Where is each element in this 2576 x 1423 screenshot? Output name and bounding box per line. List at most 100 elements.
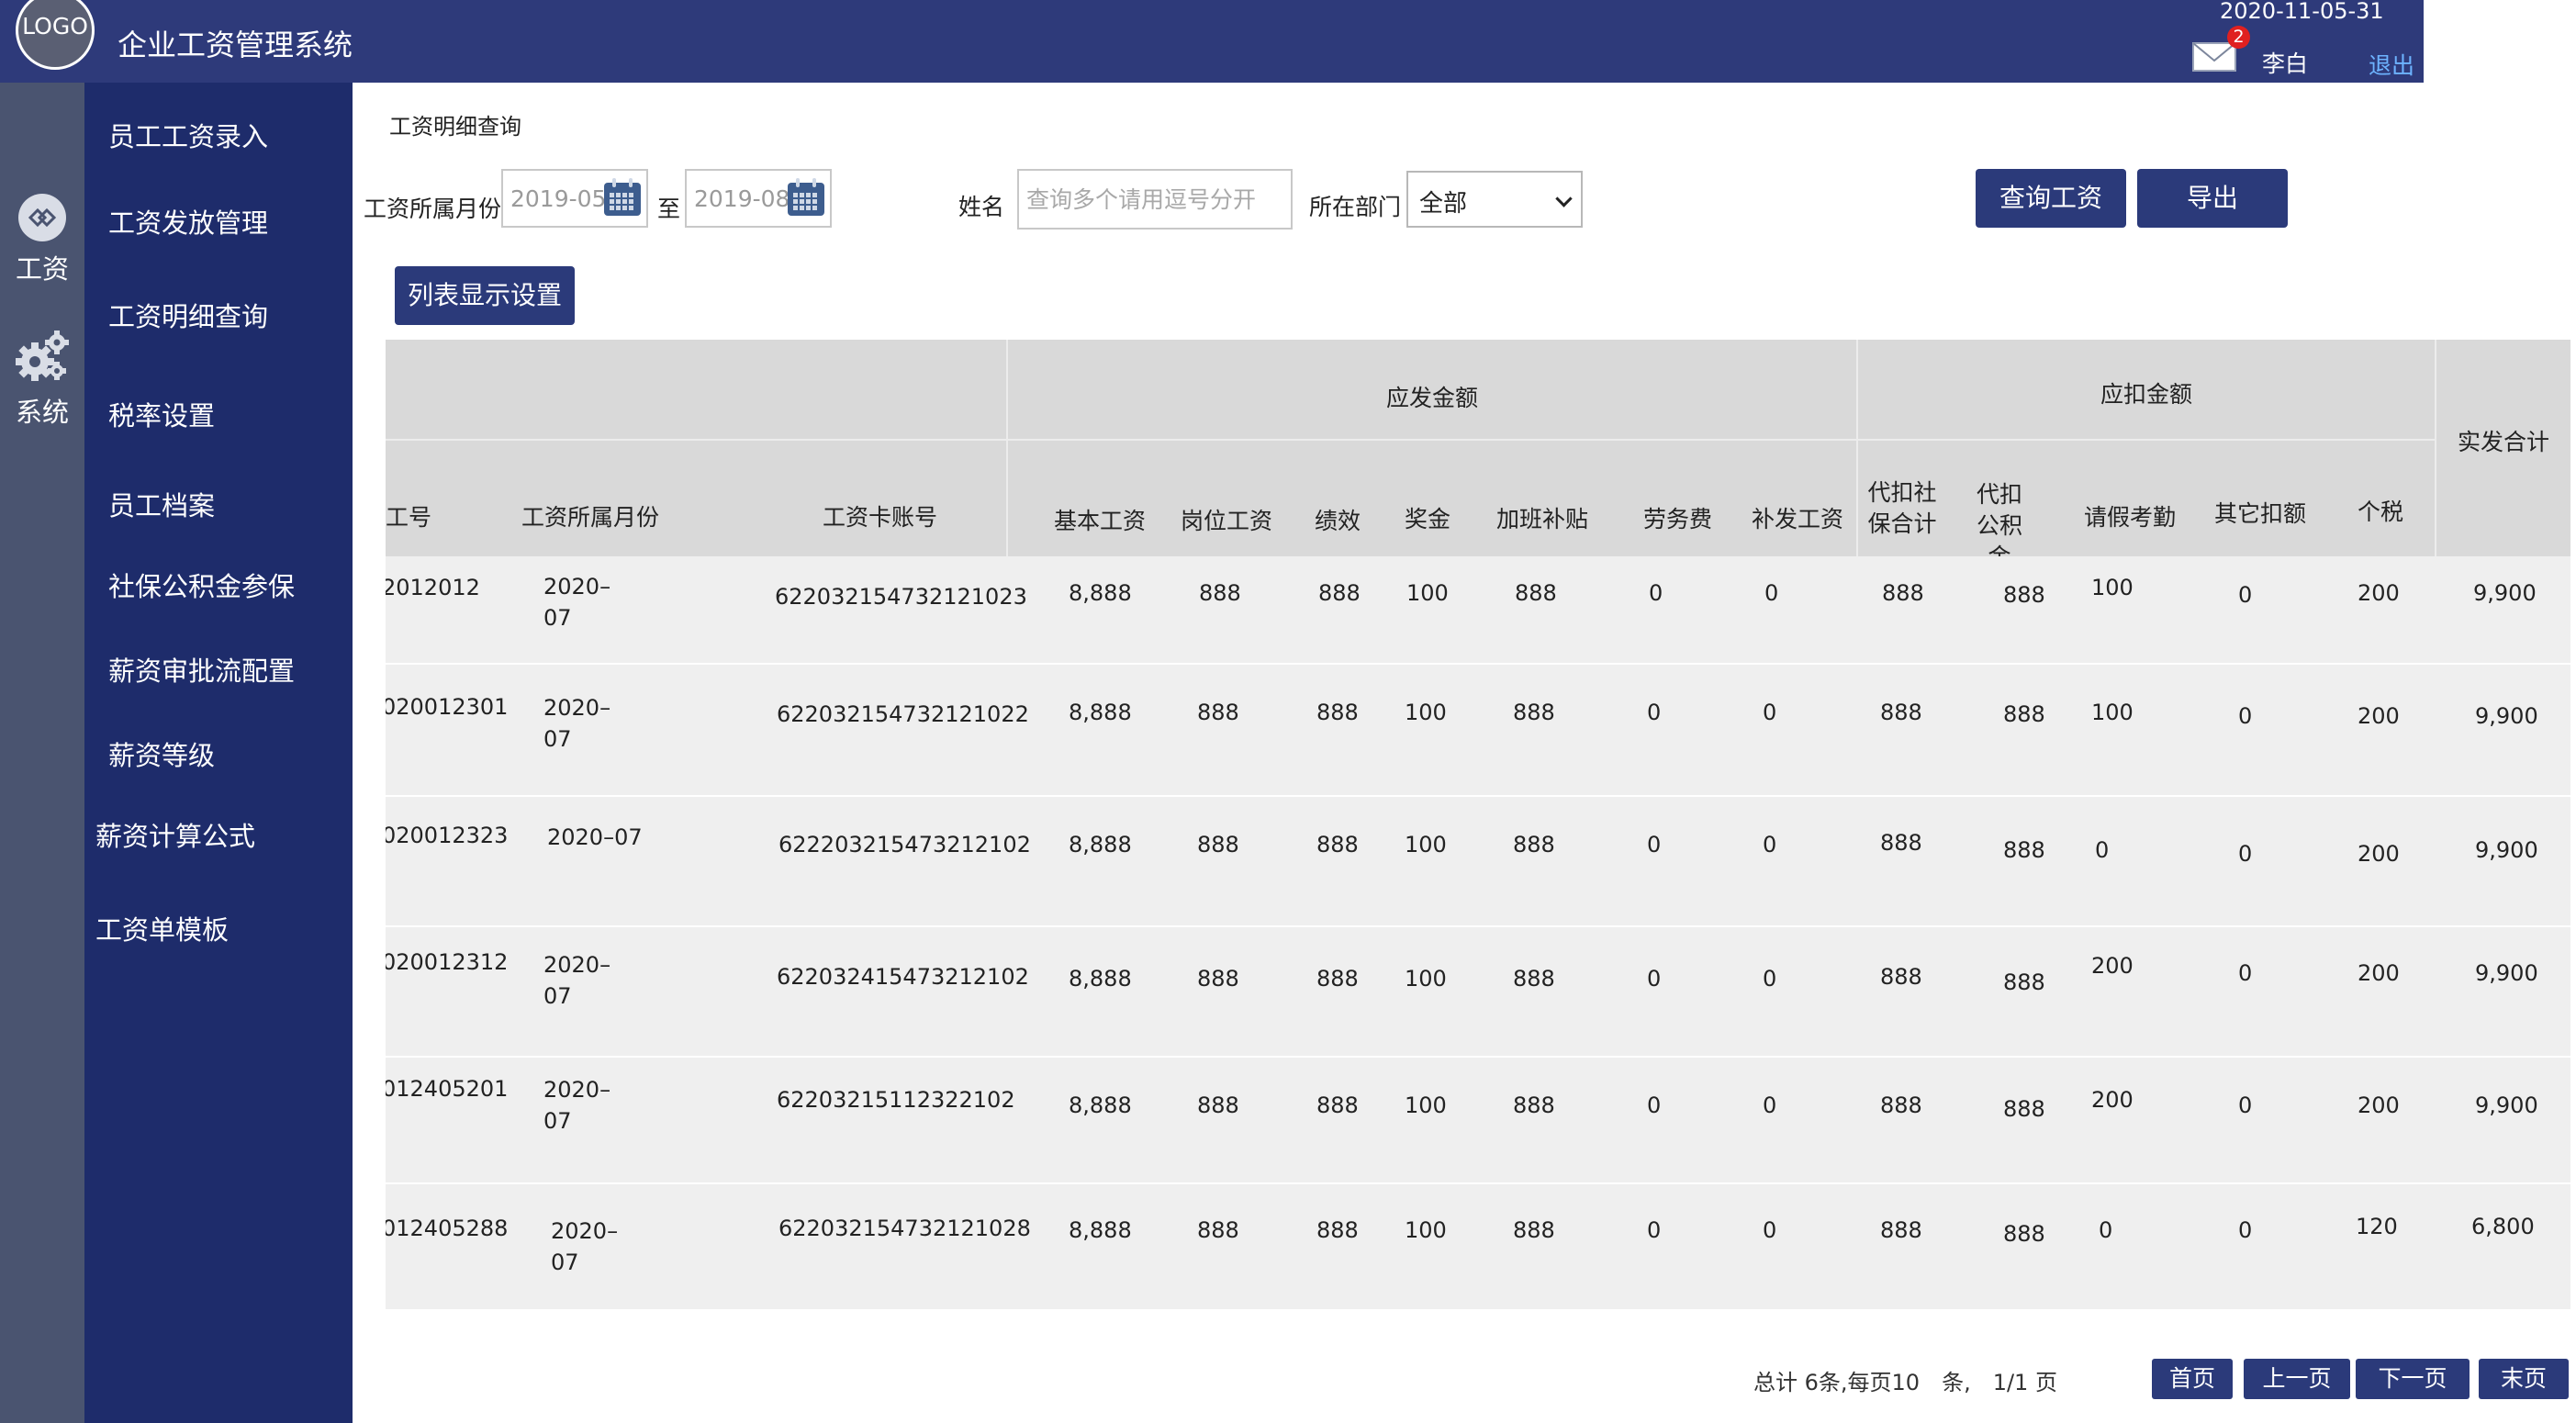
cell-post: 888: [1197, 832, 1239, 857]
cell-fund: 888: [2003, 837, 2045, 863]
cell-base: 8,888: [1069, 966, 1132, 992]
cell-month: 2020–07: [543, 1077, 611, 1134]
cell-net: 9,900: [2475, 837, 2538, 863]
sidebar-item-salary-payment[interactable]: 工资发放管理: [108, 202, 268, 241]
cell-social: 888: [1880, 1092, 1922, 1118]
gear-icon: [16, 331, 69, 381]
salary-icon: [18, 194, 66, 241]
category-system-label: 系统: [15, 397, 69, 428]
sidebar-item-approval-flow[interactable]: 薪资审批流配置: [108, 650, 295, 689]
cell-back-pay: 0: [1764, 580, 1779, 606]
calendar-icon[interactable]: [604, 178, 641, 216]
cell-back-pay: 0: [1763, 1217, 1777, 1243]
list-display-settings-button[interactable]: 列表显示设置: [395, 266, 575, 325]
sidebar-item-salary-formula[interactable]: 薪资计算公式: [95, 815, 255, 854]
cell-social: 888: [1880, 700, 1922, 725]
cell-base: 8,888: [1069, 832, 1132, 857]
column-header-leave: 请假考勤: [2084, 504, 2177, 531]
cell-bonus: 100: [1405, 966, 1447, 992]
start-month-picker[interactable]: 2019-05: [501, 169, 648, 228]
cell-perf: 888: [1316, 832, 1359, 857]
query-salary-button[interactable]: 查询工资: [1976, 169, 2126, 228]
cell-fund: 888: [2003, 582, 2045, 608]
cell-other: 0: [2238, 703, 2253, 729]
end-month-picker[interactable]: 2019-08: [685, 169, 832, 228]
pagination-info: 总计 6条,每页10 条, 1/1 页: [1753, 1370, 2057, 1395]
cell-overtime: 888: [1513, 1217, 1555, 1243]
message-count-badge: 2: [2227, 26, 2250, 49]
cell-card: 622032415473212102: [777, 964, 1029, 990]
department-select[interactable]: 全部: [1406, 171, 1583, 228]
sidebar-item-tax-rate[interactable]: 税率设置: [108, 395, 215, 433]
next-page-button[interactable]: 下一页: [2356, 1359, 2470, 1399]
sidebar-item-salary-entry[interactable]: 员工工资录入: [108, 116, 268, 154]
cell-post: 888: [1197, 700, 1239, 725]
cell-month: 2020–07: [543, 695, 611, 752]
name-search-input[interactable]: [1017, 169, 1293, 230]
cell-bonus: 100: [1405, 832, 1447, 857]
cell-other: 0: [2238, 1092, 2253, 1118]
column-header-bonus: 奖金: [1405, 506, 1451, 532]
column-header-social: 代扣社保合计: [1867, 479, 1937, 537]
sidebar-item-salary-grade[interactable]: 薪资等级: [108, 734, 215, 773]
cell-post: 888: [1199, 580, 1241, 606]
cell-perf: 888: [1318, 580, 1361, 606]
salary-detail-table: 应发金额 应扣金额 实发合计 工号 工资所属月份 工资卡账号 基本工资 岗位工资…: [386, 340, 2570, 1335]
cell-base: 8,888: [1069, 1092, 1132, 1118]
cell-perf: 888: [1316, 700, 1359, 725]
calendar-icon[interactable]: [788, 178, 824, 216]
sidebar-item-salary-detail[interactable]: 工资明细查询: [108, 296, 268, 334]
column-header-post: 岗位工资: [1181, 508, 1273, 534]
category-system[interactable]: 系统: [0, 329, 84, 430]
logout-link[interactable]: 退出: [2369, 48, 2414, 81]
to-label: 至: [657, 196, 681, 222]
sidebar-item-payslip-template[interactable]: 工资单模板: [95, 909, 229, 947]
cell-emp-no: 012405201: [386, 1076, 509, 1102]
cell-tax: 200: [2358, 703, 2400, 729]
cell-month: 2020–07: [547, 824, 643, 850]
cell-social: 888: [1880, 830, 1922, 856]
column-header-emp-no: 工号: [386, 504, 432, 531]
column-header-base: 基本工资: [1054, 508, 1147, 534]
top-header: LOGO 企业工资管理系统 2020-11-05-31 2 李白 退出: [0, 0, 2424, 83]
cell-other: 0: [2238, 841, 2253, 867]
cell-fund: 888: [2003, 969, 2045, 995]
last-page-button[interactable]: 末页: [2479, 1359, 2569, 1399]
cell-tax: 200: [2358, 1092, 2400, 1118]
cell-leave: 200: [2091, 953, 2134, 979]
sidebar-menu: 员工工资录入 工资发放管理 工资明细查询 税率设置 员工档案 社保公积金参保 薪…: [84, 83, 353, 1423]
cell-labor: 0: [1649, 580, 1663, 606]
cell-back-pay: 0: [1763, 1092, 1777, 1118]
cell-fund: 888: [2003, 1221, 2045, 1247]
table-body: 2012012 2020–07 622032154732121023 8,888…: [386, 556, 2570, 1311]
cell-month: 2020–07: [551, 1218, 619, 1275]
cell-leave: 100: [2091, 700, 2134, 725]
prev-page-button[interactable]: 上一页: [2244, 1359, 2350, 1399]
start-month-value: 2019-05: [510, 185, 607, 212]
cell-leave: 0: [2095, 837, 2110, 863]
group-header-payable: 应发金额: [1385, 385, 1478, 411]
export-button[interactable]: 导出: [2137, 169, 2288, 228]
cell-emp-no: 2012012: [386, 575, 480, 600]
department-label: 所在部门: [1309, 194, 1402, 220]
cell-card: 622203215473212102: [778, 832, 1031, 857]
cell-labor: 0: [1647, 1092, 1662, 1118]
cell-net: 9,900: [2475, 703, 2538, 729]
name-label: 姓名: [958, 194, 1005, 220]
cell-back-pay: 0: [1763, 700, 1777, 725]
cell-net: 9,900: [2475, 1092, 2538, 1118]
cell-post: 888: [1197, 1092, 1239, 1118]
cell-month: 2020–07: [543, 574, 611, 631]
first-page-button[interactable]: 首页: [2152, 1359, 2233, 1399]
end-month-value: 2019-08: [694, 185, 790, 212]
sidebar-item-social-insurance[interactable]: 社保公积金参保: [108, 566, 295, 604]
cell-perf: 888: [1316, 966, 1359, 992]
category-salary[interactable]: 工资: [0, 193, 84, 286]
cell-post: 888: [1197, 966, 1239, 992]
column-header-other: 其它扣额: [2214, 500, 2307, 527]
cell-card: 622032154732121028: [778, 1216, 1031, 1241]
cell-back-pay: 0: [1763, 832, 1777, 857]
sidebar-item-employee-records[interactable]: 员工档案: [108, 485, 215, 523]
mail-icon[interactable]: [2192, 42, 2236, 72]
cell-tax: 200: [2358, 960, 2400, 986]
